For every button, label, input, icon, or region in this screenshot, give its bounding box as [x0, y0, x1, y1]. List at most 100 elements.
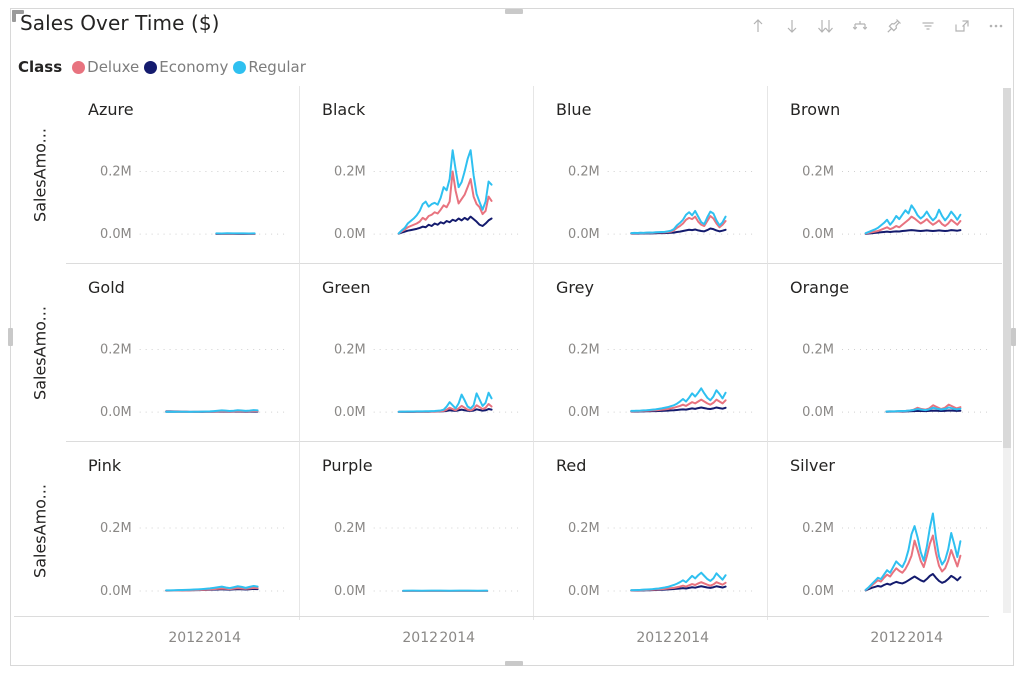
legend: Class Deluxe Economy Regular: [18, 58, 311, 76]
y-tick-label: 0.0M: [334, 227, 366, 242]
resize-handle-top[interactable]: [505, 9, 523, 14]
panel-plot-azure: 0.2M 0.0M: [66, 86, 299, 263]
expand-all-down-icon[interactable]: [850, 16, 870, 36]
x-tick-label: 2012: [870, 630, 907, 646]
panel-plot-silver: 0.2M 0.0M: [768, 442, 1002, 620]
small-multiple-panel-purple[interactable]: Purple 0.2M 0.0M: [300, 442, 534, 620]
small-multiple-panel-silver[interactable]: Silver 0.2M 0.0M: [768, 442, 1002, 620]
y-tick-label: 0.0M: [100, 584, 132, 599]
series-line-regular[interactable]: [864, 204, 962, 235]
x-tick-label: 2014: [439, 630, 476, 646]
x-axis-cell-2: 2012 2014: [300, 620, 534, 660]
panel-plot-brown: 0.2M 0.0M: [768, 86, 1002, 263]
small-multiple-panel-brown[interactable]: Brown 0.2M 0.0M: [768, 86, 1002, 264]
y-tick-label: 0.2M: [802, 165, 834, 180]
small-multiples-grid: SalesAmo... Azure 0.2M 0.0M Black 0.2M 0.0M Blu…: [14, 86, 1002, 646]
visual-title: Sales Over Time ($): [20, 11, 220, 35]
resize-handle-bottom[interactable]: [505, 661, 523, 666]
small-multiple-panel-grey[interactable]: Grey 0.2M 0.0M: [534, 264, 768, 442]
legend-label-economy: Economy: [159, 58, 229, 76]
small-multiple-panel-green[interactable]: Green 0.2M 0.0M: [300, 264, 534, 442]
small-multiple-panel-orange[interactable]: Orange 0.2M 0.0M: [768, 264, 1002, 442]
legend-label-regular: Regular: [248, 58, 306, 76]
y-tick-label: 0.0M: [568, 584, 600, 599]
small-multiple-panel-red[interactable]: Red 0.2M 0.0M: [534, 442, 768, 620]
x-axis-spacer: [14, 620, 66, 660]
more-options-icon[interactable]: [986, 16, 1006, 36]
y-tick-label: 0.0M: [100, 227, 132, 242]
y-axis-title-cell-row-3: SalesAmo...: [14, 442, 66, 620]
series-line-regular[interactable]: [397, 149, 493, 235]
drill-up-icon[interactable]: [748, 16, 768, 36]
small-multiple-panel-blue[interactable]: Blue 0.2M 0.0M: [534, 86, 768, 264]
y-tick-label: 0.2M: [100, 343, 132, 358]
y-axis-title: SalesAmo...: [30, 128, 50, 222]
y-tick-label: 0.0M: [100, 405, 132, 420]
pin-icon[interactable]: [884, 16, 904, 36]
focus-mode-icon[interactable]: [952, 16, 972, 36]
y-tick-label: 0.2M: [802, 521, 834, 536]
legend-title: Class: [18, 58, 63, 76]
resize-handle-top-left-vertical[interactable]: [12, 10, 16, 22]
y-tick-label: 0.2M: [100, 165, 132, 180]
y-axis-title: SalesAmo...: [30, 306, 50, 400]
x-tick-label: 2014: [205, 630, 242, 646]
y-tick-label: 0.0M: [802, 405, 834, 420]
legend-swatch-regular: [233, 60, 247, 74]
panel-plot-orange: 0.2M 0.0M: [768, 264, 1002, 441]
panel-plot-blue: 0.2M 0.0M: [534, 86, 767, 263]
x-axis-cell-1: 2012 2014: [66, 620, 300, 660]
y-tick-label: 0.2M: [334, 343, 366, 358]
small-multiple-panel-gold[interactable]: Gold 0.2M 0.0M: [66, 264, 300, 442]
powerbi-visual-container: Sales Over Time ($) Class Deluxe Economy…: [0, 0, 1024, 675]
x-tick-label: 2012: [402, 630, 439, 646]
y-tick-label: 0.2M: [568, 343, 600, 358]
x-axis-cell-3: 2012 2014: [534, 620, 768, 660]
small-multiple-panel-pink[interactable]: Pink 0.2M 0.0M: [66, 442, 300, 620]
panel-plot-green: 0.2M 0.0M: [300, 264, 533, 441]
resize-handle-right[interactable]: [1011, 328, 1016, 346]
panel-plot-gold: 0.2M 0.0M: [66, 264, 299, 441]
legend-label-deluxe: Deluxe: [87, 58, 140, 76]
y-axis-title-cell-row-1: SalesAmo...: [14, 86, 66, 264]
y-axis-title-cell-row-2: SalesAmo...: [14, 264, 66, 442]
series-line-regular[interactable]: [165, 409, 259, 413]
drill-down-toggle-icon[interactable]: [782, 16, 802, 36]
legend-item-deluxe[interactable]: Deluxe: [72, 58, 139, 76]
panel-plot-red: 0.2M 0.0M: [534, 442, 767, 620]
legend-item-regular[interactable]: Regular: [233, 58, 306, 76]
y-tick-label: 0.2M: [802, 343, 834, 358]
vertical-scrollbar-thumb[interactable]: [1003, 88, 1011, 448]
x-tick-label: 2014: [907, 630, 944, 646]
series-line-deluxe[interactable]: [397, 170, 493, 235]
filter-icon[interactable]: [918, 16, 938, 36]
y-tick-label: 0.2M: [100, 521, 132, 536]
y-tick-label: 0.0M: [334, 405, 366, 420]
x-tick-label: 2014: [673, 630, 710, 646]
y-tick-label: 0.2M: [334, 521, 366, 536]
y-tick-label: 0.0M: [334, 584, 366, 599]
resize-handle-left[interactable]: [8, 328, 13, 346]
legend-item-economy[interactable]: Economy: [144, 58, 228, 76]
y-tick-label: 0.2M: [568, 521, 600, 536]
y-tick-label: 0.0M: [568, 227, 600, 242]
y-tick-label: 0.0M: [802, 584, 834, 599]
panel-plot-grey: 0.2M 0.0M: [534, 264, 767, 441]
y-tick-label: 0.0M: [802, 227, 834, 242]
x-axis-cell-4: 2012 2014: [768, 620, 1002, 660]
go-to-next-level-icon[interactable]: [816, 16, 836, 36]
y-tick-label: 0.2M: [568, 165, 600, 180]
series-line-regular[interactable]: [630, 387, 727, 412]
panel-plot-black: 0.2M 0.0M: [300, 86, 533, 263]
small-multiple-panel-black[interactable]: Black 0.2M 0.0M: [300, 86, 534, 264]
visual-header-toolbar: [748, 16, 1006, 36]
legend-swatch-deluxe: [72, 60, 86, 74]
small-multiple-panel-azure[interactable]: Azure 0.2M 0.0M: [66, 86, 300, 264]
x-axis-rule: [14, 616, 989, 617]
x-tick-label: 2012: [168, 630, 205, 646]
legend-swatch-economy: [144, 60, 158, 74]
y-tick-label: 0.2M: [334, 165, 366, 180]
y-tick-label: 0.0M: [568, 405, 600, 420]
panel-plot-purple: 0.2M 0.0M: [300, 442, 533, 620]
x-tick-label: 2012: [636, 630, 673, 646]
